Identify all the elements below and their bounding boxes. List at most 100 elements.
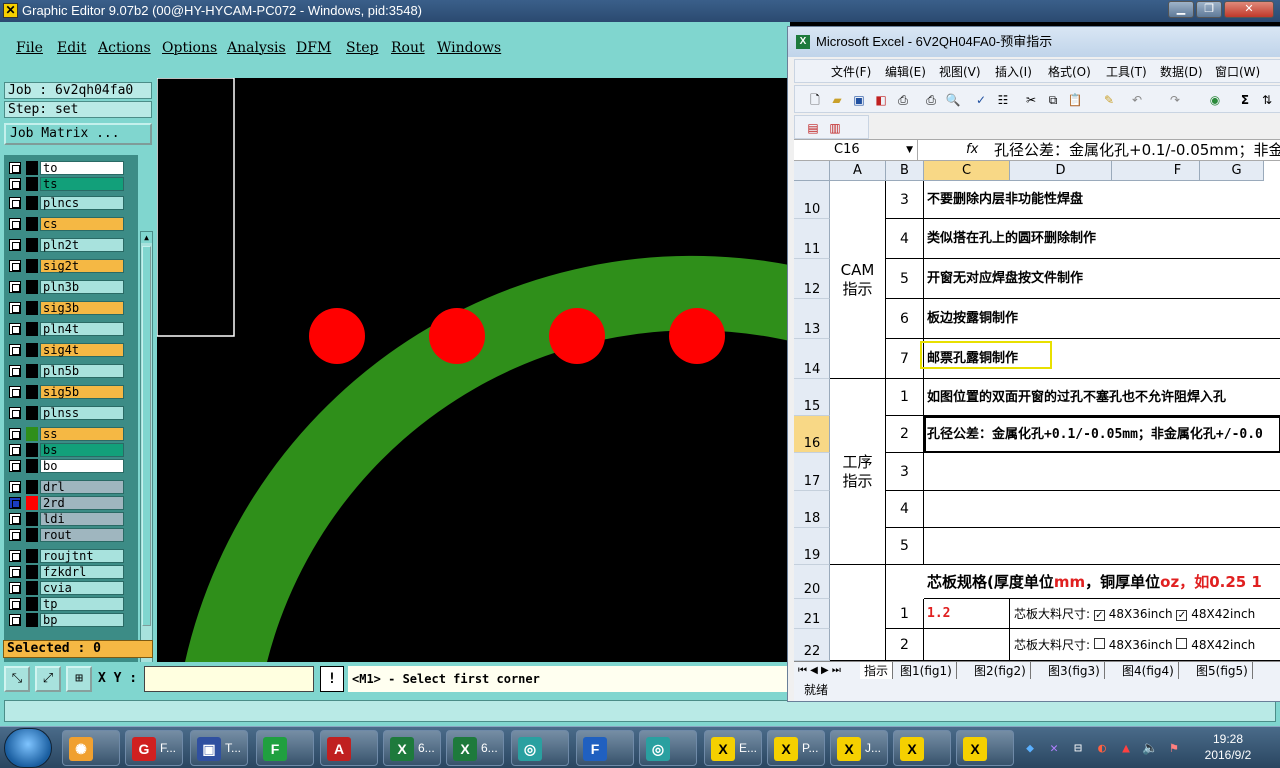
- excel-window[interactable]: X Microsoft Excel - 6V2QH04FA0-预审指示 文件(F…: [787, 26, 1280, 702]
- layer-row[interactable]: plncs: [4, 196, 138, 210]
- clock[interactable]: 19:28 2016/9/2: [1196, 731, 1260, 763]
- layer-name[interactable]: cs: [40, 217, 124, 231]
- layer-row[interactable]: 2rd: [4, 496, 138, 510]
- ge-title-bar[interactable]: ✕ Graphic Editor 9.07b2 (00@HY-HYCAM-PC0…: [0, 0, 1280, 22]
- taskbar-button[interactable]: ◎: [639, 730, 697, 766]
- cut-icon[interactable]: ✂: [1023, 92, 1039, 108]
- layer-color-swatch[interactable]: [26, 259, 38, 273]
- sequence-cell[interactable]: 4: [886, 219, 924, 259]
- sheet-tab[interactable]: 指示: [860, 662, 894, 679]
- process-group-cell[interactable]: 工序 指示: [830, 379, 886, 565]
- layer-checkbox[interactable]: [9, 614, 21, 626]
- row-header[interactable]: 21: [794, 599, 830, 629]
- layer-checkbox[interactable]: [9, 598, 21, 610]
- instruction-cell[interactable]: [924, 453, 1280, 491]
- menu-rout[interactable]: Rout: [391, 40, 425, 56]
- instruction-cell[interactable]: 板边按露铜制作: [924, 299, 1280, 339]
- sheet-nav-arrows-icon[interactable]: ⏮ ◀ ▶ ⏭: [798, 662, 841, 679]
- formula-input[interactable]: 孔径公差：金属化孔+0.1/-0.05mm；非金: [994, 140, 1280, 160]
- taskbar-button[interactable]: X P...: [767, 730, 825, 766]
- size-checkbox-1[interactable]: [1093, 638, 1105, 649]
- column-header[interactable]: D: [1010, 161, 1112, 181]
- spelling-icon[interactable]: ✓: [973, 92, 989, 108]
- layer-color-swatch[interactable]: [26, 322, 38, 336]
- paste-icon[interactable]: 📋: [1067, 92, 1083, 108]
- sort-icon[interactable]: ⇅: [1259, 92, 1275, 108]
- layer-row[interactable]: cs: [4, 217, 138, 231]
- warning-icon[interactable]: !: [320, 666, 344, 692]
- taskbar-button[interactable]: A: [320, 730, 378, 766]
- xl-menu-file[interactable]: 文件(F): [831, 60, 871, 84]
- grid-snap-icon[interactable]: ⊞: [66, 666, 92, 692]
- layer-row[interactable]: drl: [4, 480, 138, 494]
- layer-checkbox[interactable]: [9, 365, 21, 377]
- size-options-cell[interactable]: 芯板大料尺寸: 48X36inch 48X42inch: [1010, 629, 1280, 661]
- layer-name[interactable]: pln2t: [40, 238, 124, 252]
- row-header[interactable]: 10: [794, 181, 830, 219]
- cam-group-cell[interactable]: CAM 指示: [830, 181, 886, 379]
- network-icon[interactable]: ⊟: [1070, 741, 1086, 757]
- row-header[interactable]: 12: [794, 259, 830, 299]
- sequence-cell[interactable]: 2: [886, 629, 924, 661]
- layer-row[interactable]: pln5b: [4, 364, 138, 378]
- layer-row[interactable]: roujtnt: [4, 549, 138, 563]
- layer-name[interactable]: 2rd: [40, 496, 124, 510]
- column-header[interactable]: A: [830, 161, 886, 181]
- autosum-icon[interactable]: Σ: [1237, 92, 1253, 108]
- layer-name[interactable]: bs: [40, 443, 124, 457]
- instruction-cell[interactable]: [924, 528, 1280, 565]
- layer-row[interactable]: ldi: [4, 512, 138, 526]
- layer-name[interactable]: sig4t: [40, 343, 124, 357]
- layer-color-swatch[interactable]: [26, 443, 38, 457]
- layer-checkbox[interactable]: [9, 239, 21, 251]
- row-header[interactable]: 17: [794, 453, 830, 491]
- layer-name[interactable]: sig2t: [40, 259, 124, 273]
- layer-color-swatch[interactable]: [26, 480, 38, 494]
- layer-color-swatch[interactable]: [26, 364, 38, 378]
- sequence-cell[interactable]: 5: [886, 259, 924, 299]
- xl-menu-window[interactable]: 窗口(W): [1215, 60, 1260, 84]
- layer-row[interactable]: bp: [4, 613, 138, 627]
- tray-security-icon[interactable]: ◐: [1094, 741, 1110, 757]
- permission-icon[interactable]: ◧: [873, 92, 889, 108]
- layer-color-swatch[interactable]: [26, 528, 38, 542]
- sheet-tab[interactable]: 图2(fig2): [970, 662, 1031, 679]
- layer-name[interactable]: tp: [40, 597, 124, 611]
- redo-icon[interactable]: ↷: [1167, 92, 1183, 108]
- chevron-down-icon[interactable]: ▼: [906, 140, 913, 160]
- new-icon[interactable]: 🗋: [807, 92, 823, 108]
- job-matrix-button[interactable]: Job Matrix ...: [4, 123, 152, 145]
- xl-menu-tools[interactable]: 工具(T): [1106, 60, 1147, 84]
- layer-row[interactable]: ts: [4, 177, 138, 191]
- layer-color-swatch[interactable]: [26, 217, 38, 231]
- layer-checkbox[interactable]: [9, 162, 21, 174]
- tray-app-icon[interactable]: ◆: [1022, 741, 1038, 757]
- save-icon[interactable]: ▣: [851, 92, 867, 108]
- menu-file[interactable]: File: [16, 40, 43, 56]
- sequence-cell[interactable]: 3: [886, 453, 924, 491]
- layer-color-swatch[interactable]: [26, 406, 38, 420]
- layer-checkbox[interactable]: [9, 513, 21, 525]
- layer-name[interactable]: rout: [40, 528, 124, 542]
- size-checkbox-2[interactable]: ✓: [1176, 610, 1188, 621]
- research-icon[interactable]: ☷: [995, 92, 1011, 108]
- instruction-cell[interactable]: 开窗无对应焊盘按文件制作: [924, 259, 1280, 299]
- tray-tool-icon[interactable]: ✕: [1046, 741, 1062, 757]
- layer-checkbox[interactable]: [9, 444, 21, 456]
- layer-row[interactable]: pln3b: [4, 280, 138, 294]
- layer-checkbox[interactable]: [9, 566, 21, 578]
- undo-icon[interactable]: ↶: [1129, 92, 1145, 108]
- size-checkbox-1[interactable]: ✓: [1093, 610, 1105, 621]
- menu-windows[interactable]: Windows: [437, 40, 501, 56]
- layer-color-swatch[interactable]: [26, 565, 38, 579]
- taskbar-button[interactable]: ✺: [62, 730, 120, 766]
- taskbar-button[interactable]: F: [256, 730, 314, 766]
- layer-scrollbar[interactable]: ▲ ▼: [140, 231, 153, 711]
- name-box[interactable]: C16 ▼: [794, 140, 918, 160]
- instruction-cell[interactable]: 如图位置的双面开窗的过孔不塞孔也不允许阻焊入孔: [924, 379, 1280, 416]
- row-header[interactable]: 13: [794, 299, 830, 339]
- flag-icon[interactable]: ⚑: [1166, 741, 1182, 757]
- close-button[interactable]: ✕: [1224, 1, 1274, 18]
- layer-name[interactable]: bo: [40, 459, 124, 473]
- layer-row[interactable]: tp: [4, 597, 138, 611]
